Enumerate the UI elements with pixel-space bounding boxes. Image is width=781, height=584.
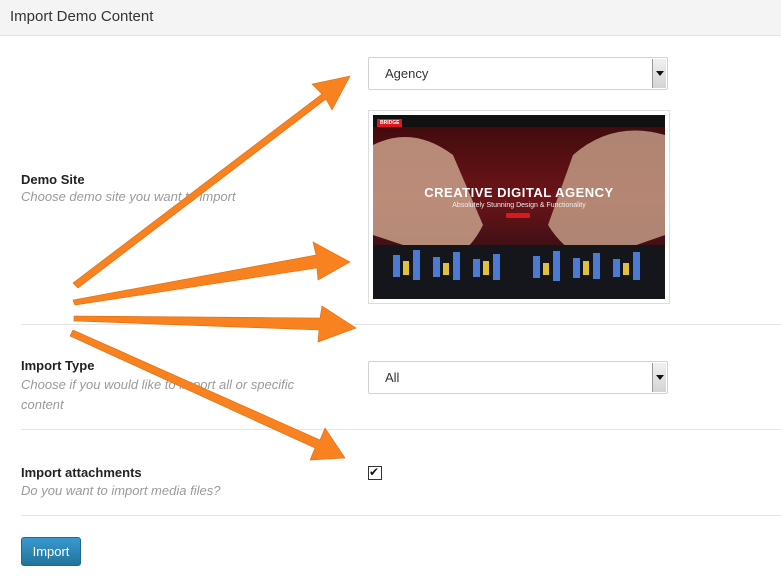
preview-headline: CREATIVE DIGITAL AGENCY — [424, 185, 614, 200]
arrow-icon — [72, 241, 351, 306]
import-attachments-description: Do you want to import media files? — [21, 483, 221, 498]
import-type-description: Choose if you would like to import all o… — [21, 377, 295, 412]
demo-site-select[interactable]: Agency — [368, 57, 668, 90]
row-divider — [21, 515, 781, 516]
demo-preview-image: BRIDGE CREATIVE DIGITAL AGENCY Absolutel… — [373, 115, 665, 299]
import-type-select[interactable]: All — [368, 361, 668, 394]
import-attachments-checkbox[interactable]: ✔ — [368, 465, 382, 480]
demo-site-description: Choose demo site you want to import — [21, 189, 236, 204]
preview-subline: Absolutely Stunning Design & Functionali… — [452, 202, 586, 209]
chevron-down-icon[interactable] — [652, 363, 666, 392]
import-type-selected-value: All — [385, 370, 400, 385]
import-attachments-label: Import attachments — [21, 465, 142, 480]
row-divider — [21, 324, 781, 325]
panel-title: Import Demo Content — [10, 8, 154, 25]
demo-site-label: Demo Site — [21, 172, 85, 187]
checkmark-icon: ✔ — [369, 465, 380, 479]
arrow-icon — [72, 75, 351, 289]
demo-site-preview: BRIDGE CREATIVE DIGITAL AGENCY Absolutel… — [368, 110, 670, 304]
demo-site-selected-value: Agency — [385, 66, 429, 81]
row-divider — [21, 429, 781, 430]
chevron-down-icon[interactable] — [652, 59, 666, 88]
preview-cta — [506, 213, 530, 218]
import-button[interactable]: Import — [21, 537, 81, 566]
panel-header: Import Demo Content — [0, 0, 781, 36]
import-type-label: Import Type — [21, 358, 95, 373]
preview-logo: BRIDGE — [377, 119, 403, 127]
